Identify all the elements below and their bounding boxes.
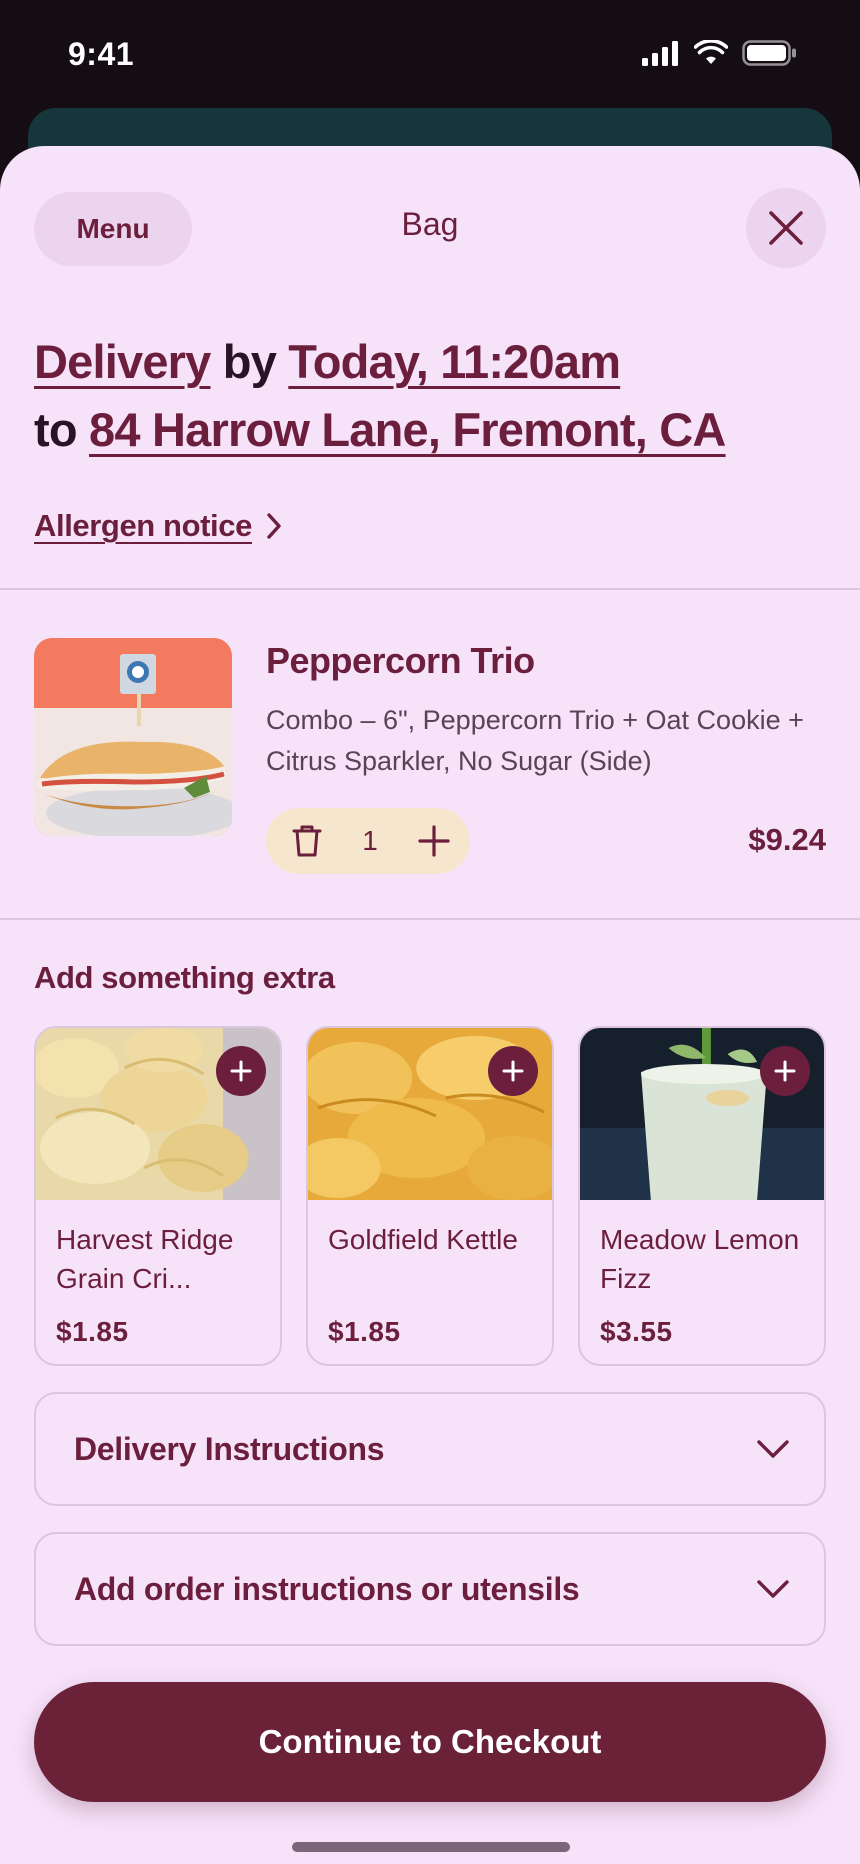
cellular-signal-icon xyxy=(642,41,678,66)
item-name: Peppercorn Trio xyxy=(266,640,535,681)
quantity-value: 1 xyxy=(362,825,378,856)
battery-icon xyxy=(742,40,796,66)
continue-to-checkout-button[interactable]: Continue to Checkout xyxy=(34,1682,826,1802)
item-price: $9.24 xyxy=(748,822,826,857)
extra-item-name: Harvest Ridge Grain Cri... xyxy=(56,1224,234,1294)
extra-item-price: $3.55 xyxy=(600,1316,673,1347)
extra-item-card[interactable]: Harvest Ridge Grain Cri... $1.85 xyxy=(34,1026,282,1366)
extra-item-price: $1.85 xyxy=(328,1316,401,1347)
status-time: 9:41 xyxy=(68,36,135,72)
close-button[interactable] xyxy=(746,188,826,268)
add-item-button[interactable] xyxy=(760,1046,810,1096)
accordion-label: Delivery Instructions xyxy=(74,1430,385,1467)
chevron-right-icon xyxy=(267,513,281,539)
sheet-title: Bag xyxy=(401,206,459,242)
delivery-headline: Delivery by Today, 11:20am to 84 Harrow … xyxy=(34,328,834,464)
to-text: to xyxy=(34,403,78,456)
allergen-notice-link[interactable]: Allergen notice xyxy=(34,508,282,544)
extra-item-name: Goldfield Kettle xyxy=(328,1224,518,1255)
plus-icon xyxy=(774,1060,796,1082)
wifi-icon xyxy=(694,40,728,64)
sandwich-image xyxy=(34,638,232,836)
divider xyxy=(0,588,860,590)
divider xyxy=(0,918,860,920)
extra-item-name: Meadow Lemon Fizz xyxy=(600,1224,800,1294)
plus-icon xyxy=(502,1060,524,1082)
bag-sheet: Menu Bag Delivery by Today, 11:20am to 8… xyxy=(0,146,860,1864)
quantity-stepper: 1 xyxy=(266,808,470,874)
plus-icon[interactable] xyxy=(418,825,450,857)
allergen-notice-label: Allergen notice xyxy=(34,508,252,543)
extra-item-price: $1.85 xyxy=(56,1316,129,1347)
by-text: by xyxy=(222,335,277,388)
home-indicator xyxy=(292,1842,570,1852)
extras-title: Add something extra xyxy=(34,960,335,995)
delivery-mode-link[interactable]: Delivery xyxy=(34,335,211,388)
status-icons xyxy=(642,40,798,66)
delivery-address-link[interactable]: 84 Harrow Lane, Fremont, CA xyxy=(89,403,726,456)
delivery-instructions-accordion[interactable]: Delivery Instructions xyxy=(34,1392,826,1506)
close-icon xyxy=(769,211,803,245)
extra-item-card[interactable]: Meadow Lemon Fizz $3.55 xyxy=(578,1026,826,1366)
item-description: Combo – 6", Peppercorn Trio + Oat Cookie… xyxy=(266,705,804,776)
trash-icon[interactable] xyxy=(292,824,322,858)
order-instructions-accordion[interactable]: Add order instructions or utensils xyxy=(34,1532,826,1646)
delivery-time-link[interactable]: Today, 11:20am xyxy=(288,335,621,388)
add-item-button[interactable] xyxy=(488,1046,538,1096)
extra-item-card[interactable]: Goldfield Kettle $1.85 xyxy=(306,1026,554,1366)
chevron-down-icon xyxy=(757,1580,789,1598)
accordion-label: Add order instructions or utensils xyxy=(74,1570,580,1607)
add-item-button[interactable] xyxy=(216,1046,266,1096)
chevron-down-icon xyxy=(757,1440,789,1458)
status-bar: 9:41 xyxy=(0,0,860,110)
plus-icon xyxy=(230,1060,252,1082)
